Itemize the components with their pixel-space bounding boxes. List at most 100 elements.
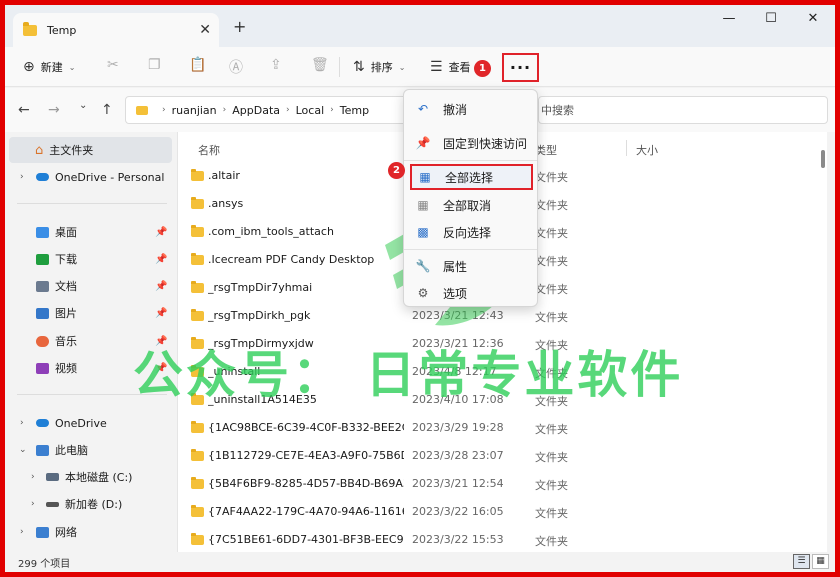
cloud-icon [36,419,49,427]
view-button[interactable]: ☰ 查看 [430,56,471,78]
sidebar-label: 下载 [55,253,77,266]
details-view-icon[interactable]: ☰ [793,554,810,569]
share-icon[interactable]: ⇪ [270,57,282,73]
picture-icon [36,307,49,319]
new-button[interactable]: ⊕ 新建 ⌄ [23,56,75,78]
sort-button[interactable]: ⇅ 排序 ⌄ [353,56,405,78]
folder-icon [23,21,37,36]
column-divider[interactable] [626,140,627,156]
file-date: 2023/3/29 19:28 [412,421,504,434]
file-type: 文件夹 [535,283,568,296]
sidebar-item-drive-c[interactable]: › 本地磁盘 (C:) [5,464,177,490]
up-arrow-icon[interactable]: ↑ [101,102,113,118]
forward-arrow-icon[interactable]: → [48,102,60,118]
breadcrumb-temp[interactable]: Temp [340,104,369,117]
menu-label: 全部选择 [445,170,494,185]
folder-icon [191,421,204,433]
sidebar-item-network[interactable]: › 网络 [5,519,177,545]
menu-label: 撤消 [443,102,468,117]
column-header-size[interactable]: 大小 [636,142,658,158]
folder-icon [191,197,204,209]
sidebar-item-desktop[interactable]: 桌面 📌 [5,219,177,245]
select-all-icon: ▦ [419,170,431,184]
menu-item-undo[interactable]: ↶ 撤消 [410,96,533,122]
menu-label: 固定到快速访问 [443,136,528,151]
tiles-view-icon[interactable]: ▦ [812,554,829,569]
menu-item-select-all[interactable]: ▦ 全部选择 [410,164,533,190]
address-bar[interactable]: › ruanjian › AppData › Local › Temp [125,96,412,124]
new-tab-icon[interactable]: + [233,17,246,36]
pin-icon[interactable]: 📌 [155,227,167,238]
cut-icon[interactable]: ✂ [107,57,119,73]
folder-icon [191,449,204,461]
command-bar: ⊕ 新建 ⌄ ✂ ❐ 📋 Ⓐ ⇪ 🗑 ⇅ 排序 ⌄ ☰ 查看 1 ··· [5,47,835,87]
invert-selection-icon: ▩ [417,225,429,239]
menu-item-properties[interactable]: 🔧 属性 [410,253,533,279]
recent-chevron-icon[interactable]: ⌄ [79,100,87,111]
breadcrumb-local[interactable]: Local [296,104,325,117]
sidebar-item-documents[interactable]: 文档 📌 [5,273,177,299]
menu-label: 反向选择 [443,225,492,240]
tab-close-icon[interactable]: ✕ [199,22,211,38]
folder-icon [191,309,204,321]
breadcrumb-ruanjian[interactable]: ruanjian [172,104,217,117]
scrollbar-thumb[interactable] [821,150,825,168]
file-name: {1B112729-CE7E-4EA3-A9F0-75B6D6... [208,449,404,462]
sidebar-item-downloads[interactable]: 下载 📌 [5,246,177,272]
sidebar-label: 新加卷 (D:) [65,498,123,511]
rename-icon[interactable]: Ⓐ [229,57,243,77]
table-row[interactable]: {7C51BE61-6DD7-4301-BF3B-EEC95D... 2023/3… [178,526,818,554]
sidebar-item-onedrive-personal[interactable]: › OneDrive - Personal [5,164,177,190]
more-options-button[interactable]: ··· [502,53,539,82]
step-badge-1: 1 [474,60,491,77]
item-count: 299 个项目 [18,559,71,570]
table-row[interactable]: {1B112729-CE7E-4EA3-A9F0-75B6D6... 2023/3… [178,442,818,470]
file-name: {1AC98BCE-6C39-4C0F-B332-BEE2C7... [208,421,404,434]
sidebar-item-onedrive[interactable]: › OneDrive [5,410,177,436]
status-bar: 299 个项目 ☰ ▦ [5,552,835,572]
drive-icon [46,473,59,481]
file-name: .altair [208,169,240,182]
menu-item-select-none[interactable]: ▦ 全部取消 [410,192,533,218]
minimize-button[interactable]: — [714,11,744,31]
pin-icon[interactable]: 📌 [155,308,167,319]
table-row[interactable]: {7AF4AA22-179C-4A70-94A6-11616... 2023/3/… [178,498,818,526]
paste-icon[interactable]: 📋 [189,57,206,73]
sidebar-label: 文档 [55,280,77,293]
delete-icon[interactable]: 🗑 [311,57,329,73]
file-type: 文件夹 [535,255,568,268]
menu-item-pin-quick-access[interactable]: 📌 固定到快速访问 [410,130,533,156]
menu-label: 选项 [443,286,468,301]
file-type: 文件夹 [535,479,568,492]
menu-item-options[interactable]: ⚙ 选项 [410,280,533,306]
menu-label: 属性 [443,259,468,274]
pin-icon[interactable]: 📌 [155,254,167,265]
file-name: {7AF4AA22-179C-4A70-94A6-11616... [208,505,404,518]
view-label: 查看 [448,61,471,74]
back-arrow-icon[interactable]: ← [18,102,30,118]
file-date: 2023/3/22 15:53 [412,533,504,546]
menu-item-invert-selection[interactable]: ▩ 反向选择 [410,219,533,245]
table-row[interactable]: {1AC98BCE-6C39-4C0F-B332-BEE2C7... 2023/3… [178,414,818,442]
sidebar-item-pictures[interactable]: 图片 📌 [5,300,177,326]
breadcrumb-appdata[interactable]: AppData [232,104,280,117]
file-type: 文件夹 [535,507,568,520]
watermark-text: 公众号： 日常专业软件 [133,346,684,404]
sidebar-item-drive-d[interactable]: › 新加卷 (D:) [5,491,177,517]
pin-icon[interactable]: 📌 [155,281,167,292]
column-header-type[interactable]: 类型 [535,142,557,158]
copy-icon[interactable]: ❐ [148,57,161,73]
cloud-icon [36,173,49,181]
maximize-button[interactable]: ☐ [756,11,786,31]
sidebar-item-home[interactable]: ⌂ 主文件夹 [9,137,172,163]
sidebar-item-this-pc[interactable]: ⌄ 此电脑 [5,437,177,463]
file-name: {7C51BE61-6DD7-4301-BF3B-EEC95D... [208,533,404,546]
close-window-button[interactable]: ✕ [798,11,828,31]
table-row[interactable]: {5B4F6BF9-8285-4D57-BB4D-B69A30... 2023/3… [178,470,818,498]
search-input[interactable]: 中搜索 [538,96,828,124]
column-header-name[interactable]: 名称 [198,142,220,158]
file-type: 文件夹 [535,451,568,464]
tab-temp[interactable]: Temp ✕ [13,13,219,47]
search-placeholder: 中搜索 [541,104,574,117]
home-icon: ⌂ [35,142,44,158]
